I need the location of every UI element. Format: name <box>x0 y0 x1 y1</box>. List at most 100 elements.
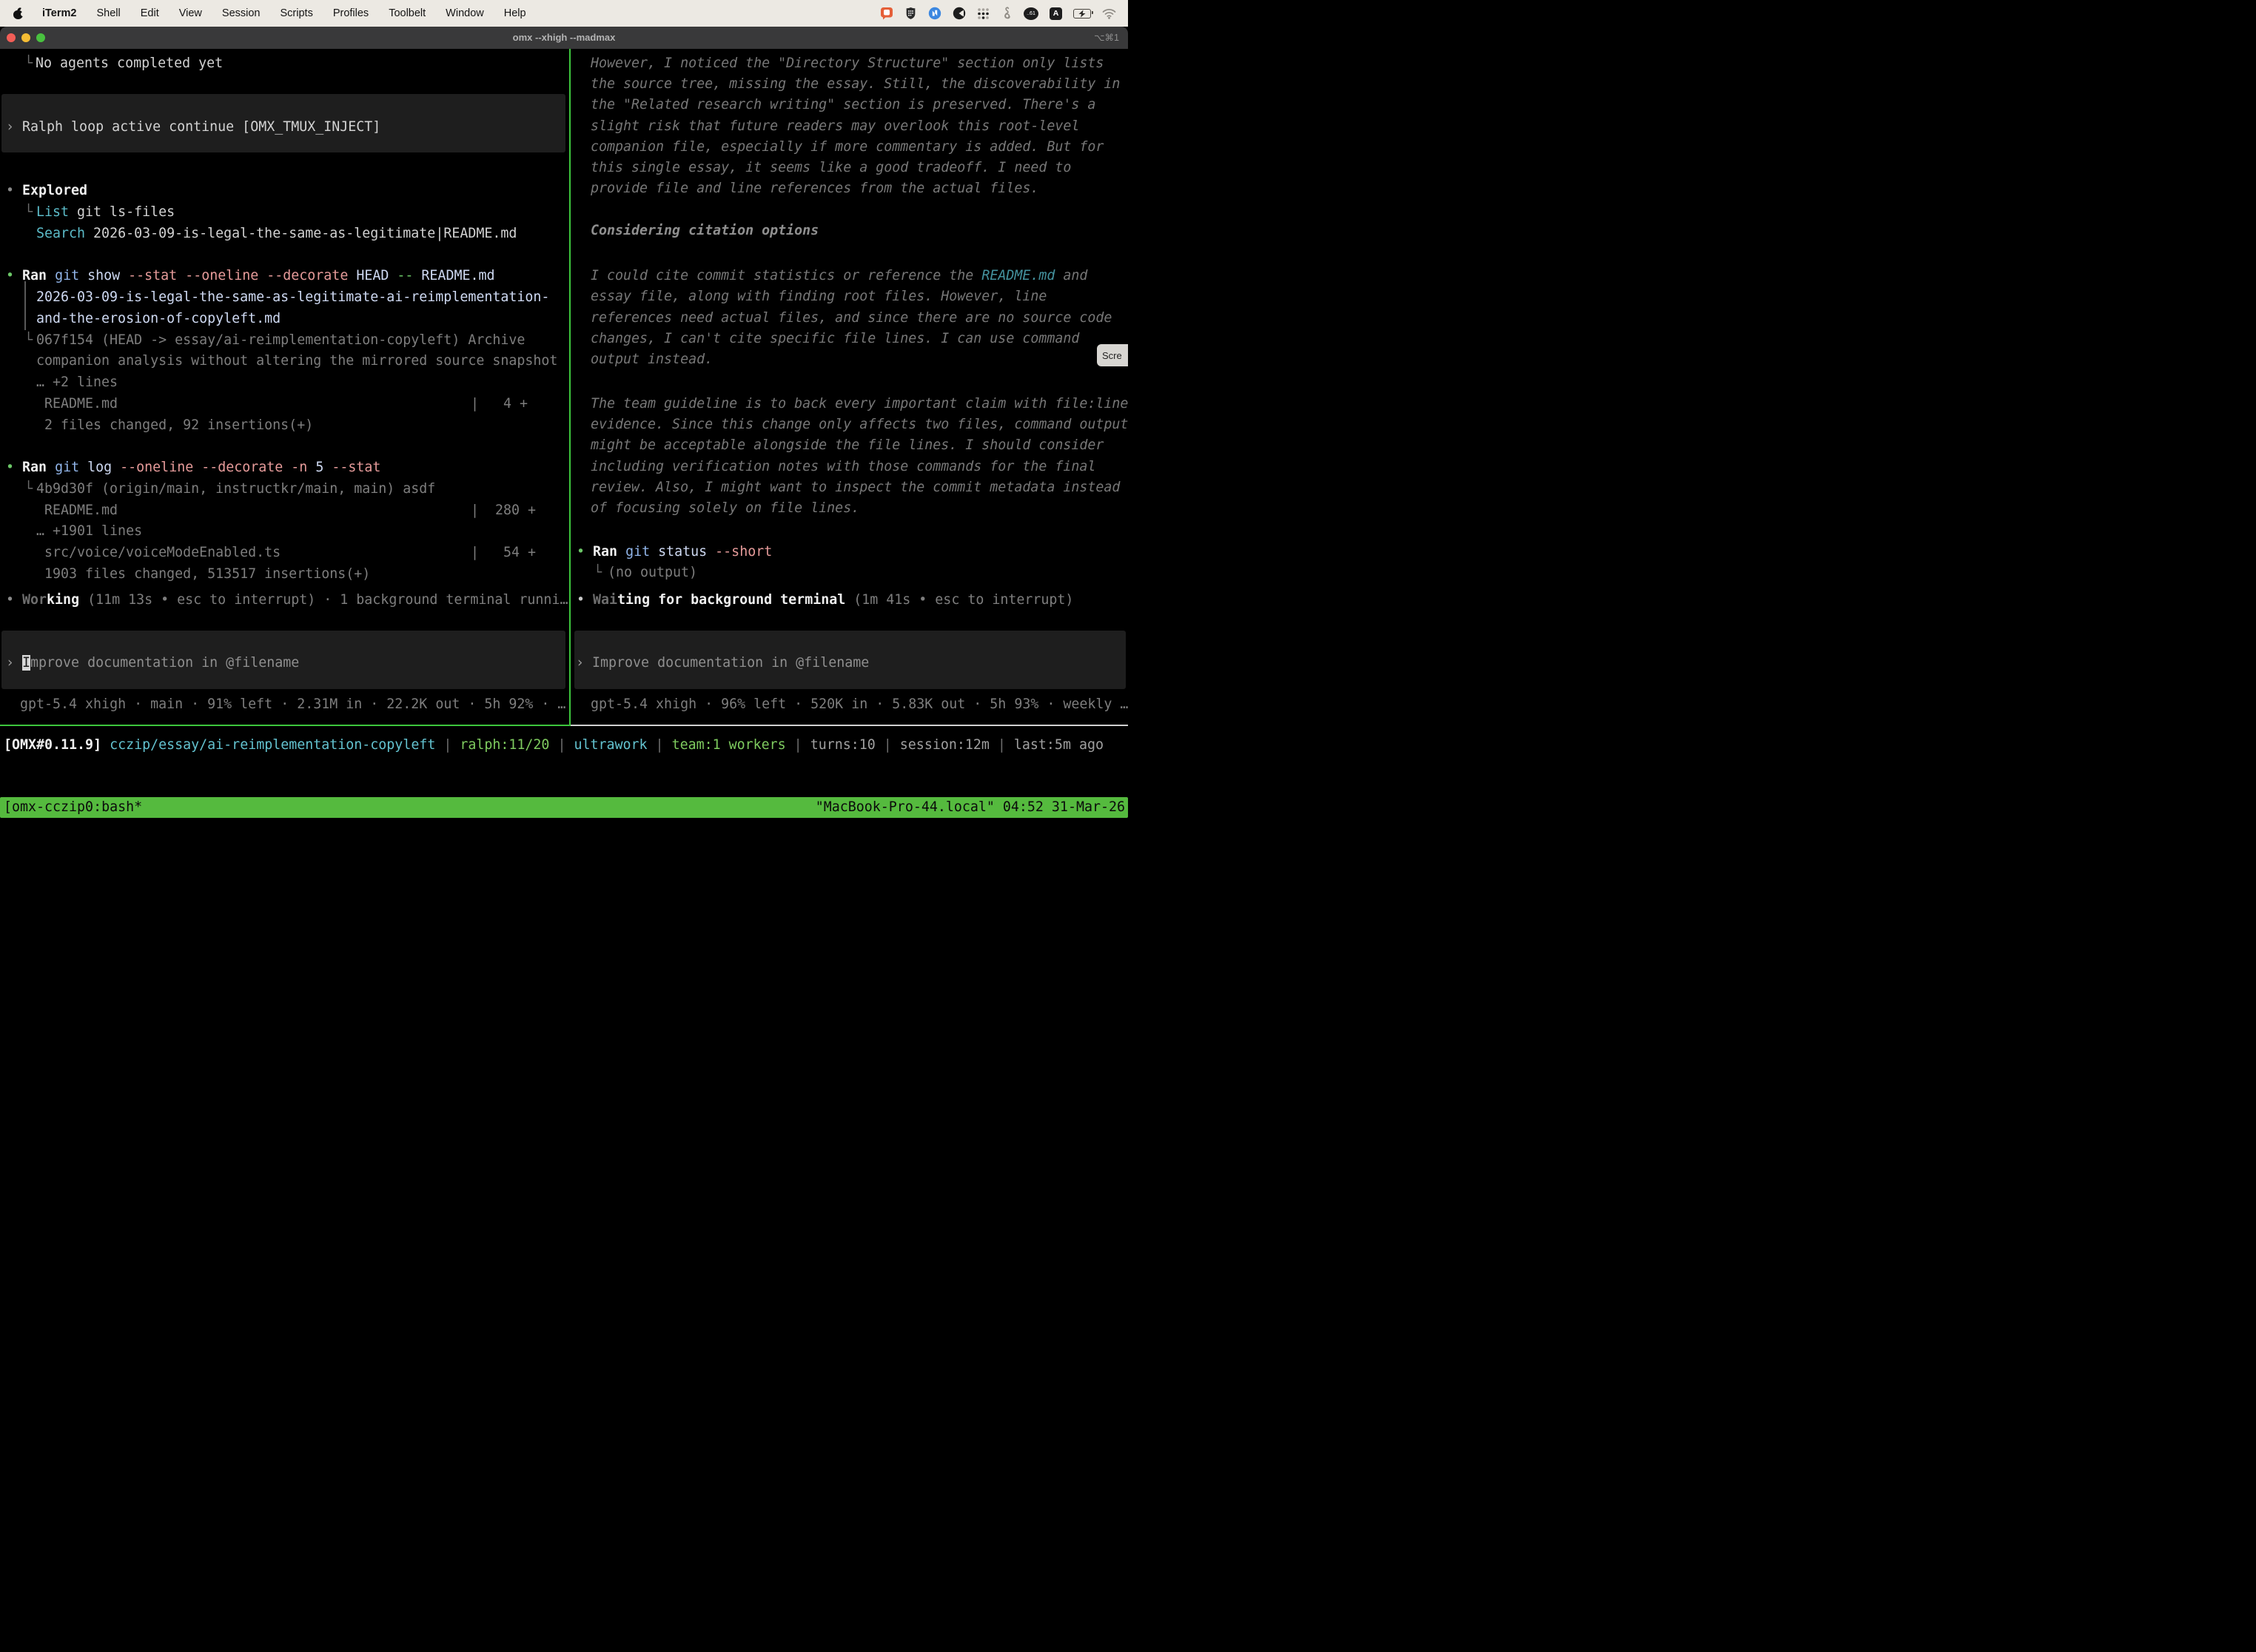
terminal-line: evidence. Since this change only affects… <box>591 414 1128 435</box>
menu-item-help[interactable]: Help <box>504 7 526 19</box>
terminal-text-segment: • <box>6 460 22 475</box>
screen-overlay-chip[interactable]: Scre <box>1097 344 1128 366</box>
menu-item-profiles[interactable]: Profiles <box>333 7 369 19</box>
terminal-text-segment: --oneline --decorate <box>120 460 283 475</box>
terminal-text-segment: 4b9d30f (origin/main, instructkr/main, m… <box>36 481 435 497</box>
timer-badge[interactable]: ..61 <box>1024 7 1038 20</box>
terminal-text-segment <box>323 460 332 475</box>
terminal-text-segment <box>413 268 421 283</box>
terminal-text-segment: 5 <box>315 460 323 475</box>
terminal-line: └ <box>24 478 33 500</box>
menu-item-edit[interactable]: Edit <box>141 7 159 19</box>
terminal-text-segment <box>307 460 315 475</box>
screenshot-icon[interactable] <box>880 7 893 20</box>
status-icons: ..61 A <box>880 7 1116 20</box>
terminal-line: └ <box>24 329 33 351</box>
terminal-line: › Ralph loop active continue [OMX_TMUX_I… <box>6 116 380 138</box>
terminal-text-segment: Ran <box>22 460 47 475</box>
terminal-text-segment: including verification notes with those … <box>591 459 1095 474</box>
squiggle-icon[interactable] <box>1001 7 1013 20</box>
tmux-status-bar: [omx-cczip0:bash* "MacBook-Pro-44.local"… <box>0 797 1128 818</box>
terminal-text-segment <box>120 268 128 283</box>
terminal-text-segment: show <box>87 268 120 283</box>
apple-menu-icon[interactable] <box>13 8 23 19</box>
menu-item-session[interactable]: Session <box>222 7 261 19</box>
menu-item-window[interactable]: Window <box>446 7 484 19</box>
terminal-line: references need actual files, and since … <box>591 307 1112 329</box>
terminal-text-segment: README.md <box>44 503 118 518</box>
terminal-text-segment: the source tree, missing the essay. Stil… <box>591 76 1120 92</box>
terminal-text-segment: • <box>577 544 593 560</box>
terminal-text-segment: and-the-erosion-of-copyleft.md <box>36 311 281 326</box>
terminal-line: … +1901 lines <box>36 520 142 542</box>
terminal-text-segment: session:12m <box>900 737 990 753</box>
terminal-text-segment: src/voice/voiceModeEnabled.ts <box>44 545 281 560</box>
terminal-text-segment: ting for background terminal <box>617 592 845 608</box>
terminal-text-segment: might be acceptable alongside the file l… <box>591 437 1104 453</box>
terminal-line: 1903 files changed, 513517 insertions(+) <box>44 563 370 585</box>
wifi-icon[interactable] <box>1102 7 1116 19</box>
terminal-text-segment: slight risk that future readers may over… <box>591 118 1079 134</box>
terminal-text-segment: ultrawork <box>574 737 647 753</box>
terminal-text-segment: references need actual files, and since … <box>591 310 1112 326</box>
menu-item-view[interactable]: View <box>179 7 202 19</box>
terminal-text-segment: Ran <box>593 544 617 560</box>
terminal-text-segment: | <box>435 737 460 753</box>
dots-grid-icon[interactable] <box>977 7 990 20</box>
terminal-text-segment: git <box>55 268 79 283</box>
terminal-line: src/voice/voiceModeEnabled.ts <box>44 542 281 563</box>
terminal-text-segment: gpt-5.4 xhigh · main · 91% left · 2.31M … <box>20 696 565 712</box>
terminal-text-segment: companion analysis without altering the … <box>36 353 557 369</box>
blue-check-badge-icon[interactable] <box>928 7 941 20</box>
battery-charging-icon[interactable] <box>1073 9 1091 19</box>
menu-item-iterm2[interactable]: iTerm2 <box>42 7 76 19</box>
terminal-line: README.md <box>44 393 118 414</box>
terminal-text-segment: -- <box>397 268 413 283</box>
terminal-text-segment: review. Also, I might want to inspect th… <box>591 480 1120 495</box>
terminal-line: … +2 lines <box>36 372 118 393</box>
terminal-text-segment: of focusing solely on file lines. <box>591 500 859 516</box>
terminal-text-segment: | <box>786 737 810 753</box>
terminal-text-segment: this single essay, it seems like a good … <box>591 160 1071 175</box>
terminal-line: └ <box>594 562 602 583</box>
terminal-text-segment: (11m 13s • esc to interrupt) · 1 backgro… <box>79 592 568 608</box>
terminal-line: › Improve documentation in @filename <box>6 652 299 674</box>
terminal-line: might be acceptable alongside the file l… <box>591 434 1104 456</box>
terminal-text-segment: › <box>6 119 22 135</box>
terminal-text-segment: essay file, along with finding root file… <box>591 289 1047 304</box>
terminal-line: README.md <box>44 500 118 521</box>
terminal-line: • Explored <box>6 180 87 201</box>
pac-circle-icon[interactable] <box>953 7 966 20</box>
terminal-text-segment: The team guideline is to back every impo… <box>591 396 1128 412</box>
terminal-text-segment: However, I noticed the "Directory Struct… <box>591 56 1104 71</box>
terminal-text-segment: provide file and line references from th… <box>591 181 1038 196</box>
terminal-text-segment: README.md <box>44 396 118 412</box>
terminal-line: However, I noticed the "Directory Struct… <box>591 53 1104 74</box>
terminal-text-segment: and <box>1055 268 1087 283</box>
terminal-text-segment: last:5m ago <box>1014 737 1104 753</box>
keyboard-input-icon[interactable]: A <box>1050 7 1062 20</box>
menu-item-shell[interactable]: Shell <box>96 7 120 19</box>
terminal-text-segment: • <box>6 268 22 283</box>
terminal-line: output instead. <box>591 349 713 370</box>
terminal-text-segment: … +1901 lines <box>36 523 142 539</box>
terminal-text-segment: I could cite commit statistics or refere… <box>591 268 981 283</box>
terminal-text-segment: Improve documentation in @filename <box>592 655 869 671</box>
menu-item-toolbelt[interactable]: Toolbelt <box>389 7 426 19</box>
terminal-line: No agents completed yet <box>36 53 223 74</box>
terminal-text-segment: changes, I can't cite specific file line… <box>591 331 1079 346</box>
terminal-text-segment: log <box>87 460 112 475</box>
terminal-line: › Improve documentation in @filename <box>576 652 869 674</box>
terminal-line: • Ran git status --short <box>577 541 772 563</box>
menu-item-scripts[interactable]: Scripts <box>281 7 313 19</box>
terminal-text-segment <box>47 268 55 283</box>
terminal-text-segment: mprove documentation in @filename <box>30 655 299 671</box>
shield-grid-icon[interactable] <box>904 7 917 20</box>
terminal-text-segment: evidence. Since this change only affects… <box>591 417 1128 432</box>
terminal-line: | 280 + <box>471 500 536 521</box>
terminal-line: • Ran git log --oneline --decorate -n 5 … <box>6 457 380 478</box>
terminal-text-segment: output instead. <box>591 352 713 367</box>
terminal-line: └ <box>24 201 33 223</box>
terminal-text-segment: └ <box>594 565 602 580</box>
terminal-line: I could cite commit statistics or refere… <box>591 265 1087 286</box>
